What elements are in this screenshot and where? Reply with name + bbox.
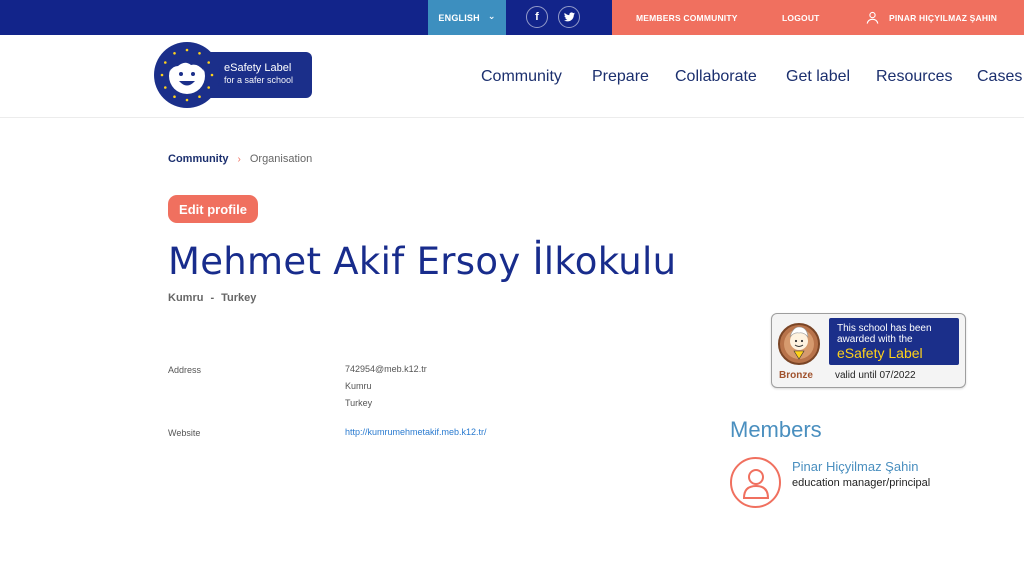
breadcrumb-community-link[interactable]: Community <box>168 153 229 165</box>
language-selector[interactable]: ENGLISH ⌄ <box>428 0 506 35</box>
language-label: ENGLISH <box>438 12 480 23</box>
website-link[interactable]: http://kumrumehmetakif.meb.k12.tr/ <box>345 427 487 437</box>
address-email: 742954@meb.k12.tr <box>345 364 427 374</box>
logo-title: eSafety Label <box>224 62 292 74</box>
badge-validity: valid until 07/2022 <box>835 370 916 381</box>
esafety-label-badge: This school has been awarded with the eS… <box>771 313 966 388</box>
website-label: Website <box>168 428 201 438</box>
logo-subtitle: for a safer school <box>224 75 294 85</box>
breadcrumb: Community › Organisation <box>168 153 312 165</box>
member-avatar[interactable] <box>730 457 781 508</box>
nav-prepare[interactable]: Prepare <box>592 68 649 86</box>
esafety-logo[interactable]: eSafety Label for a safer school <box>154 42 314 108</box>
top-right-panel: MEMBERS COMMUNITY LOGOUT PINAR HIÇYILMAZ… <box>612 0 1024 35</box>
address-label: Address <box>168 365 202 375</box>
page-title: Mehmet Akif Ersoy İlkokulu <box>168 240 677 283</box>
badge-label-text: eSafety Label <box>837 345 923 361</box>
nav-community[interactable]: Community <box>481 68 562 86</box>
bronze-medal-icon <box>778 323 820 365</box>
location-separator: - <box>210 292 215 304</box>
members-community-link[interactable]: MEMBERS COMMUNITY <box>636 0 738 35</box>
header: eSafety Label for a safer school Communi… <box>0 35 1024 118</box>
address-city: Kumru <box>345 381 372 391</box>
badge-awarded-text: This school has been awarded with the <box>837 323 932 345</box>
logout-link[interactable]: LOGOUT <box>782 0 820 35</box>
top-bar: ENGLISH ⌄ f MEMBERS COMMUNITY LOGOUT PIN… <box>0 0 1024 35</box>
user-icon <box>742 468 769 499</box>
member-name-link[interactable]: Pinar Hiçyilmaz Şahin <box>792 459 918 474</box>
chevron-right-icon: › <box>237 153 241 165</box>
logo-face-icon <box>154 42 220 108</box>
school-city: Kumru <box>168 292 204 304</box>
website-value: http://kumrumehmetakif.meb.k12.tr/ <box>345 424 487 441</box>
facebook-icon[interactable]: f <box>526 6 548 28</box>
members-heading: Members <box>730 417 822 442</box>
nav-get-label[interactable]: Get label <box>786 68 850 86</box>
nav-cases[interactable]: Cases <box>977 68 1022 86</box>
user-profile-link[interactable]: PINAR HIÇYILMAZ ŞAHIN <box>866 0 997 35</box>
user-name: PINAR HIÇYILMAZ ŞAHIN <box>889 12 998 23</box>
address-value: 742954@meb.k12.tr Kumru Turkey <box>345 361 427 412</box>
chevron-down-icon: ⌄ <box>487 11 496 21</box>
nav-resources[interactable]: Resources <box>876 68 952 86</box>
breadcrumb-current: Organisation <box>249 153 313 165</box>
edit-profile-button[interactable]: Edit profile <box>168 195 258 223</box>
member-role: education manager/principal <box>792 477 931 489</box>
school-location: Kumru - Turkey <box>168 292 256 304</box>
nav-collaborate[interactable]: Collaborate <box>675 68 757 86</box>
school-country: Turkey <box>221 292 257 304</box>
badge-level: Bronze <box>779 370 813 381</box>
twitter-icon[interactable] <box>558 6 580 28</box>
user-icon <box>866 11 879 24</box>
address-country: Turkey <box>345 398 373 408</box>
